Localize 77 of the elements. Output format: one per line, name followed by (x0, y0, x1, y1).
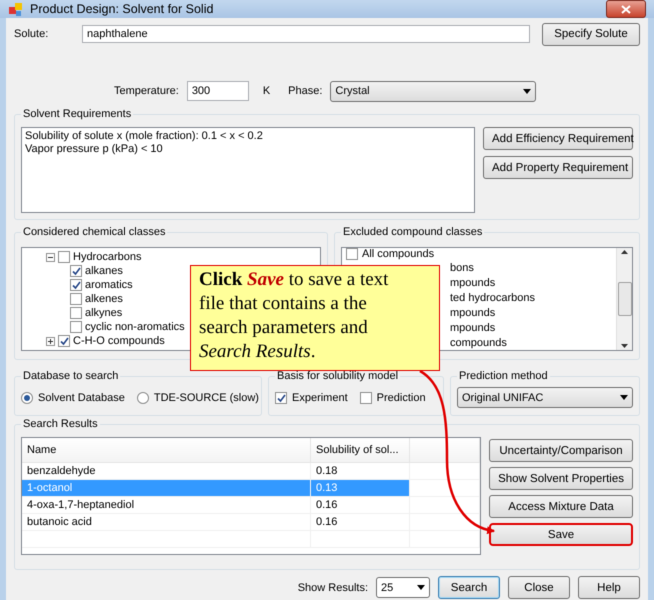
checkbox[interactable] (70, 279, 82, 291)
tree-item[interactable]: mpounds (450, 276, 496, 289)
checkbox[interactable] (70, 321, 82, 333)
tree-item[interactable]: mpounds (450, 306, 496, 319)
radio-label: TDE-SOURCE (slow) (154, 392, 259, 404)
callout-note: Click Save to save a text file that contains a the search parameters and Search Results. (190, 265, 440, 371)
group-title: Solvent Requirements (21, 108, 134, 120)
scroll-up-icon[interactable] (621, 250, 628, 254)
footer-button[interactable]: Close (508, 576, 570, 599)
radio-button[interactable] (21, 392, 33, 404)
close-icon (621, 4, 631, 14)
tree-item[interactable]: All compounds (362, 248, 434, 260)
radio-button[interactable] (136, 392, 149, 404)
tree-item[interactable]: ted hydrocarbons (450, 292, 535, 304)
checkbox[interactable] (70, 307, 82, 319)
window-title: Product Design: Solvent for Solid (30, 2, 214, 16)
add-requirement-button[interactable]: Add Efficiency Requirement (483, 127, 633, 150)
scrollbar[interactable] (616, 248, 632, 350)
tree-item[interactable]: mpounds (450, 322, 496, 334)
group-title: Search Results (21, 418, 100, 430)
dropdown-arrow-icon (417, 585, 425, 590)
tree-item[interactable]: C-H-O compounds (73, 335, 165, 347)
solute-label: Solute: (14, 28, 50, 40)
prediction-method-dropdown[interactable]: Original UNIFAC (457, 387, 633, 408)
tree-item[interactable]: cyclic non-aromatics (85, 321, 185, 333)
table-cell[interactable]: 0.16 (310, 496, 410, 514)
close-button[interactable] (606, 0, 646, 18)
tree-item[interactable]: compounds (450, 336, 507, 349)
app-icon (8, 1, 24, 17)
group-title: Excluded compound classes (341, 226, 484, 238)
tree-item[interactable]: aromatics (85, 279, 133, 291)
results-action-button[interactable]: Access Mixture Data (489, 495, 633, 518)
unit-label: K (262, 85, 270, 97)
results-action-button[interactable]: Uncertainty/Comparison (489, 439, 633, 462)
tree-item[interactable]: alkynes (85, 307, 122, 319)
checkbox[interactable] (70, 293, 82, 305)
checkbox[interactable] (360, 392, 372, 404)
column-header[interactable]: Name (22, 438, 310, 462)
column-header[interactable]: Solubility of sol... (310, 438, 410, 462)
table-cell[interactable]: 0.16 (310, 514, 410, 530)
radio-label: Solvent Database (38, 392, 125, 404)
scroll-down-icon[interactable] (621, 344, 628, 348)
checkbox[interactable] (70, 265, 82, 277)
group-title: Considered chemical classes (21, 226, 168, 238)
dropdown-arrow-icon (620, 395, 628, 400)
tree-item[interactable]: alkanes (85, 265, 123, 277)
add-requirement-button[interactable]: Add Property Requirement (483, 156, 633, 179)
footer-button[interactable]: Help (578, 576, 640, 599)
phase-label: Phase: (288, 85, 322, 97)
phase-dropdown[interactable]: Crystal (330, 80, 536, 102)
checkbox[interactable] (58, 335, 70, 347)
collapse-icon[interactable] (46, 252, 55, 262)
checkbox[interactable] (58, 251, 70, 263)
checkbox-label: Prediction (376, 392, 426, 404)
results-action-button[interactable]: Save (489, 523, 633, 546)
tree-item[interactable]: alkenes (85, 293, 123, 305)
checkbox[interactable] (275, 392, 287, 404)
temperature-label: Temperature: (114, 85, 179, 97)
checkbox[interactable] (346, 248, 358, 260)
show-results-dropdown[interactable]: 25 (376, 577, 430, 598)
results-action-button[interactable]: Show Solvent Properties (489, 467, 633, 490)
requirements-text-area[interactable]: Solubility of solute x (mole fraction): 0.1 < x < 0.2 Vapor pressure p (kPa) < 10 (21, 127, 475, 213)
group-title: Basis for solubility model (275, 370, 400, 382)
group-title: Prediction method (457, 370, 550, 382)
solute-field[interactable]: naphthalene (82, 25, 530, 43)
table-cell[interactable]: 4-oxa-1,7-heptanediol (22, 496, 310, 514)
group-title: Database to search (21, 370, 120, 382)
show-results-label: Show Results: (298, 582, 368, 594)
tree-item[interactable]: bons (450, 262, 474, 274)
expand-icon[interactable] (46, 336, 55, 346)
table-cell[interactable]: butanoic acid (22, 514, 310, 530)
specify-solute-button[interactable]: Specify Solute (542, 22, 640, 46)
temperature-field[interactable]: 300 (186, 81, 249, 101)
tree-item[interactable]: Hydrocarbons (73, 251, 142, 263)
checkbox-label: Experiment (292, 392, 348, 404)
footer-button[interactable]: Search (438, 576, 500, 599)
dropdown-arrow-icon (523, 88, 532, 94)
